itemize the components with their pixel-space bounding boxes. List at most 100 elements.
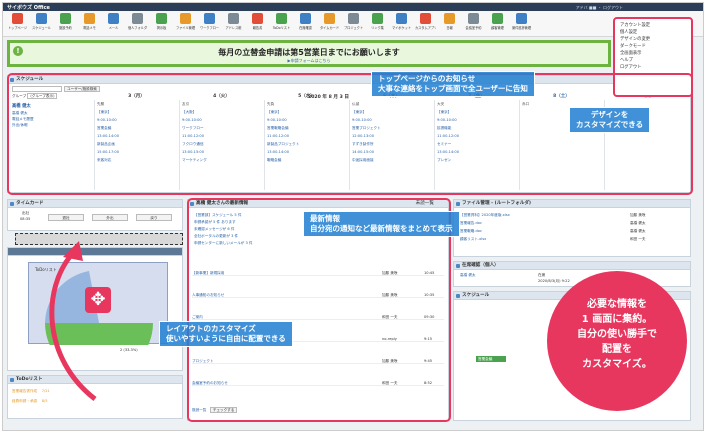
- app-icon-20[interactable]: 顧客管理: [487, 13, 508, 35]
- callout-top-notice-line1: トップページからのお知らせ: [378, 74, 476, 83]
- file-title: ファイル管理 - (ルートフォルダ): [462, 201, 532, 206]
- person-icon: [456, 264, 460, 268]
- highlight-schedule: [7, 73, 693, 195]
- file-row[interactable]: 営業報告.doc 高橋 健太: [460, 220, 686, 226]
- app-glyph-icon: [228, 13, 239, 24]
- timecard-button-1[interactable]: 外出: [92, 214, 128, 221]
- account-menu-item-0[interactable]: アカウント設定: [620, 22, 686, 29]
- app-icon-label: スケジュール: [32, 26, 51, 30]
- app-icon-5[interactable]: 個人フォルダ: [127, 13, 148, 35]
- app-glyph-icon: [84, 13, 95, 24]
- app-icon-label: トップページ: [7, 26, 28, 30]
- notice-link[interactable]: ▶申請フォームはこちら: [10, 58, 608, 64]
- app-glyph-icon: [36, 13, 47, 24]
- app-icon-bar: トップページ スケジュール 施設予約 電話メモ メール 個人フォルダ 掲示板 ファイル管理 ワー…: [3, 11, 703, 37]
- callout-latest-line2: 自分宛の通知など最新情報をまとめて表示: [310, 224, 453, 233]
- callout-top-notice-line2: 大事な連絡をトップ画面で全ユーザーに告知: [378, 84, 528, 93]
- app-logo: サイボウズ Office: [7, 5, 50, 11]
- app-icon-14[interactable]: プロジェクト: [343, 13, 364, 35]
- app-glyph-icon: [372, 13, 383, 24]
- callout-latest-line1: 最新情報: [310, 214, 340, 223]
- app-icon-label: リンク集: [371, 26, 384, 30]
- app-icon-8[interactable]: ワークフロー: [199, 13, 220, 35]
- curved-arrow: [49, 241, 97, 401]
- app-icon-label: 報告書: [252, 26, 263, 30]
- timecard-time: 08:35: [20, 217, 31, 221]
- presence-time: 2020/8/3(月) 9:22: [538, 279, 570, 283]
- app-icon-6[interactable]: 掲示板: [151, 13, 172, 35]
- file-row[interactable]: 顧客リスト.xlsx 和田 一夫: [460, 236, 686, 242]
- app-icon-label: 会議室予約: [465, 26, 482, 30]
- timecard-title: タイムカード: [16, 201, 44, 206]
- user-menu[interactable]: アドバ ■■ ・ ログアウト: [576, 5, 623, 11]
- top-notice: ! 毎月の立替金申請は第5営業日までにお願いします ▶申請フォームはこちら: [7, 40, 611, 67]
- app-icon-16[interactable]: マイポケット: [391, 13, 412, 35]
- file-row[interactable]: 【営業資料】2020年度版.xlsx 加藤 美咲: [460, 212, 686, 218]
- timecard-button-2[interactable]: 戻り: [136, 214, 172, 221]
- timecard-label: 出社: [22, 211, 30, 215]
- app-glyph-icon: [204, 13, 215, 24]
- app-icon-label: カスタムアプリ: [415, 26, 436, 30]
- app-icon-3[interactable]: 電話メモ: [79, 13, 100, 35]
- app-icon-21[interactable]: 案件進捗管理: [511, 13, 532, 35]
- account-menu-item-2[interactable]: デザインの変更: [620, 36, 686, 43]
- app-icon-18[interactable]: 日報: [439, 13, 460, 35]
- folder-icon: [456, 202, 460, 206]
- schedule-small-title: スケジュール: [462, 293, 490, 298]
- account-menu-item-3[interactable]: ダークモード: [620, 43, 686, 50]
- file-user: 和田 一夫: [630, 237, 646, 241]
- app-icon-label: 掲示板: [156, 26, 167, 30]
- app-icon-13[interactable]: タイムカード: [319, 13, 340, 35]
- account-menu-item-5[interactable]: ヘルプ: [620, 57, 686, 64]
- presence-user[interactable]: 高橋 健太: [460, 273, 476, 278]
- app-glyph-icon: [324, 13, 335, 24]
- app-icon-11[interactable]: ToDoリスト: [271, 13, 292, 35]
- account-menu-item-4[interactable]: 全画面表示: [620, 50, 686, 57]
- app-icon-label: メール: [108, 26, 119, 30]
- app-icon-10[interactable]: 報告書: [247, 13, 268, 35]
- app-icon-19[interactable]: 会議室予約: [463, 13, 484, 35]
- app-glyph-icon: [300, 13, 311, 24]
- account-menu-item-6[interactable]: ログアウト: [620, 64, 686, 71]
- callout-design-line2: カスタマイズできる: [576, 120, 644, 129]
- app-glyph-icon: [252, 13, 263, 24]
- schedule-small-event[interactable]: 営業会議: [476, 356, 506, 362]
- account-menu-item-1[interactable]: 個人設定: [620, 29, 686, 36]
- app-icon-15[interactable]: リンク集: [367, 13, 388, 35]
- app-glyph-icon: [468, 13, 479, 24]
- app-glyph-icon: [12, 13, 23, 24]
- file-name: 【営業資料】2020年度版.xlsx: [460, 213, 510, 217]
- app-icon-7[interactable]: ファイル管理: [175, 13, 196, 35]
- app-icon-label: 顧客管理: [491, 26, 504, 30]
- app-icon-label: 案件進捗管理: [511, 26, 532, 30]
- file-row[interactable]: 営業戦略.doc 高橋 健太: [460, 228, 686, 234]
- file-user: 高橋 健太: [630, 221, 646, 225]
- file-name: 営業報告.doc: [460, 221, 482, 225]
- app-icon-1[interactable]: スケジュール: [31, 13, 52, 35]
- app-icon-label: ToDoリスト: [272, 26, 291, 30]
- presence-status: 在席: [538, 273, 546, 277]
- timecard-button-0[interactable]: 退社: [48, 214, 84, 221]
- callout-layout: レイアウトのカスタマイズ 使いやすいように自由に配置できる: [159, 321, 293, 347]
- app-icon-label: ワークフロー: [199, 26, 220, 30]
- app-icon-label: 個人フォルダ: [127, 26, 148, 30]
- file-name: 営業戦略.doc: [460, 229, 482, 233]
- app-icon-12[interactable]: 在席確認: [295, 13, 316, 35]
- pink-line-1: 1 画面に集約。: [581, 314, 653, 325]
- timecard-panel: タイムカード 出社 08:35 退社 外出 戻り: [7, 199, 183, 231]
- file-name: 顧客リスト.xlsx: [460, 237, 487, 241]
- app-icon-9[interactable]: アドレス帳: [223, 13, 244, 35]
- app-glyph-icon: [444, 13, 455, 24]
- app-icon-label: プロジェクト: [343, 26, 364, 30]
- app-icon-0[interactable]: トップページ: [7, 13, 28, 35]
- file-panel: ファイル管理 - (ルートフォルダ) 【営業資料】2020年度版.xlsx 加藤 …: [453, 199, 691, 257]
- app-icon-17[interactable]: カスタムアプリ: [415, 13, 436, 35]
- presence-title: 在席確認（個人）: [462, 263, 499, 268]
- callout-layout-line2: 使いやすいように自由に配置できる: [166, 334, 286, 343]
- pink-line-2: 自分の使い勝手で: [577, 329, 657, 340]
- app-glyph-icon: [276, 13, 287, 24]
- app-icon-2[interactable]: 施設予約: [55, 13, 76, 35]
- app-icon-4[interactable]: メール: [103, 13, 124, 35]
- clock-icon: [10, 202, 14, 206]
- app-glyph-icon: [180, 13, 191, 24]
